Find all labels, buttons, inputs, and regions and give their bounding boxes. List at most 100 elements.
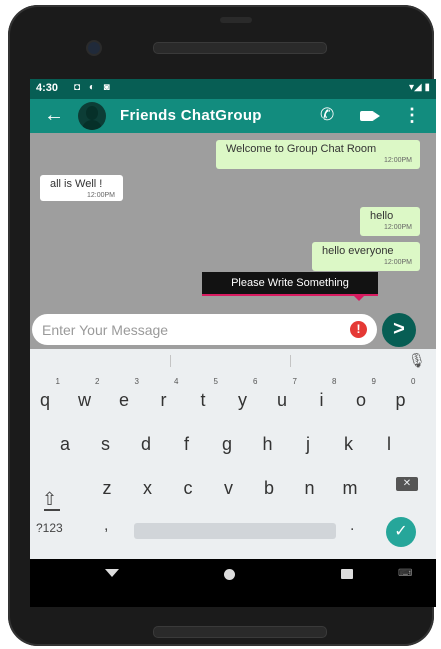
key-hint: 2 <box>95 377 100 386</box>
key-c[interactable]: c <box>173 473 203 503</box>
microphone-icon[interactable]: 🎙 <box>408 352 426 369</box>
key-label: q <box>39 390 50 410</box>
key-hint: 3 <box>134 377 139 386</box>
key-label: c <box>183 478 193 498</box>
error-icon: ! <box>350 321 367 338</box>
tooltip-pointer <box>354 296 364 301</box>
key-hint: 9 <box>371 377 376 386</box>
comma-key[interactable]: , <box>104 517 108 535</box>
key-j[interactable]: j <box>293 429 323 459</box>
suggestion-divider <box>290 355 291 367</box>
key-label: l <box>387 434 391 454</box>
message-text: all is Well ! <box>50 178 103 190</box>
send-button[interactable]: > <box>382 313 416 347</box>
backspace-icon[interactable]: ✕ <box>396 477 418 491</box>
key-label: p <box>395 390 406 410</box>
key-z[interactable]: z <box>92 473 122 503</box>
key-label: z <box>102 478 112 498</box>
nav-back-icon[interactable] <box>105 569 119 577</box>
key-label: v <box>224 478 233 498</box>
suggestion-divider <box>170 355 171 367</box>
message-text: hello <box>370 210 394 222</box>
message-time: 12:00PM <box>383 224 412 231</box>
navigation-bar: ⌨ <box>30 559 436 607</box>
key-label: j <box>306 434 310 454</box>
message-text: Welcome to Group Chat Room <box>226 143 377 155</box>
key-label: g <box>221 434 232 454</box>
key-x[interactable]: x <box>133 473 163 503</box>
nav-home-icon[interactable] <box>224 569 235 580</box>
key-i[interactable]: i8 <box>307 377 337 415</box>
key-s[interactable]: s <box>91 429 121 459</box>
key-hint: 4 <box>174 377 179 386</box>
overflow-menu-icon[interactable]: ⋮ <box>403 105 421 126</box>
space-bar[interactable] <box>134 523 336 539</box>
key-b[interactable]: b <box>254 473 284 503</box>
key-label: x <box>143 478 152 498</box>
status-bar: 4:30 ◘ ◐ ◙ ▾◢ ▮ <box>30 79 436 99</box>
key-w[interactable]: w2 <box>70 377 100 415</box>
key-m[interactable]: m <box>335 473 365 503</box>
key-label: d <box>140 434 151 454</box>
key-label: y <box>238 390 247 410</box>
earpiece-grille <box>153 42 327 54</box>
message-time: 12:00PM <box>383 259 412 266</box>
video-call-icon[interactable] <box>360 111 380 121</box>
message-bubble-outgoing: hello everyone 12:00PM <box>312 242 420 271</box>
key-label: u <box>276 390 287 410</box>
key-label: b <box>263 478 274 498</box>
key-g[interactable]: g <box>212 429 242 459</box>
symbols-key[interactable]: ?123 <box>36 521 63 535</box>
key-p[interactable]: p0 <box>386 377 415 415</box>
soft-keyboard: 🎙 q1w2e3r4t5y6u7i8o9p0asdfghjklzxcvbnm ⇧… <box>30 349 436 559</box>
key-d[interactable]: d <box>131 429 161 459</box>
key-y[interactable]: y6 <box>228 377 258 415</box>
key-a[interactable]: a <box>50 429 80 459</box>
key-label: o <box>355 390 366 410</box>
key-label: n <box>304 478 315 498</box>
key-hint: 8 <box>332 377 337 386</box>
bottom-speaker-grille <box>153 626 327 638</box>
enter-check-icon[interactable]: ✓ <box>386 517 416 547</box>
back-arrow-icon[interactable]: ← <box>44 104 64 127</box>
key-q[interactable]: q1 <box>30 377 60 415</box>
key-f[interactable]: f <box>172 429 202 459</box>
key-n[interactable]: n <box>295 473 325 503</box>
chat-title[interactable]: Friends ChatGroup <box>120 107 262 124</box>
key-r[interactable]: r4 <box>149 377 179 415</box>
message-input[interactable] <box>40 317 344 343</box>
front-camera <box>88 42 100 54</box>
tooltip-accent-bar <box>202 294 378 296</box>
message-time: 12:00PM <box>86 192 115 199</box>
key-h[interactable]: h <box>253 429 283 459</box>
top-sensor <box>220 17 252 23</box>
key-label: e <box>118 390 129 410</box>
key-hint: 7 <box>292 377 297 386</box>
period-key[interactable]: . <box>350 517 354 535</box>
key-label: s <box>101 434 110 454</box>
notification-icons: ◘ ◐ ◙ <box>74 82 113 93</box>
key-e[interactable]: e3 <box>109 377 139 415</box>
nav-recents-icon[interactable] <box>341 569 353 579</box>
key-l[interactable]: l <box>374 429 404 459</box>
key-label: w <box>78 390 91 410</box>
message-bubble-incoming: all is Well ! 12:00PM <box>40 175 123 201</box>
shift-icon[interactable]: ⇧ <box>42 489 57 510</box>
key-v[interactable]: v <box>214 473 244 503</box>
key-hint: 5 <box>213 377 218 386</box>
key-u[interactable]: u7 <box>267 377 297 415</box>
avatar-head-shape <box>86 106 98 120</box>
key-k[interactable]: k <box>334 429 364 459</box>
group-avatar[interactable] <box>78 102 106 130</box>
key-label: i <box>319 390 324 410</box>
key-t[interactable]: t5 <box>188 377 218 415</box>
key-label: r <box>160 390 167 410</box>
message-text: hello everyone <box>322 245 394 257</box>
key-label: m <box>342 478 358 498</box>
phone-call-icon[interactable]: ✆ <box>320 105 334 125</box>
key-o[interactable]: o9 <box>346 377 376 415</box>
suggestion-strip: 🎙 <box>30 349 436 373</box>
keyboard-switch-icon[interactable]: ⌨ <box>398 568 412 579</box>
status-time: 4:30 <box>36 82 59 94</box>
key-label: f <box>183 434 189 454</box>
